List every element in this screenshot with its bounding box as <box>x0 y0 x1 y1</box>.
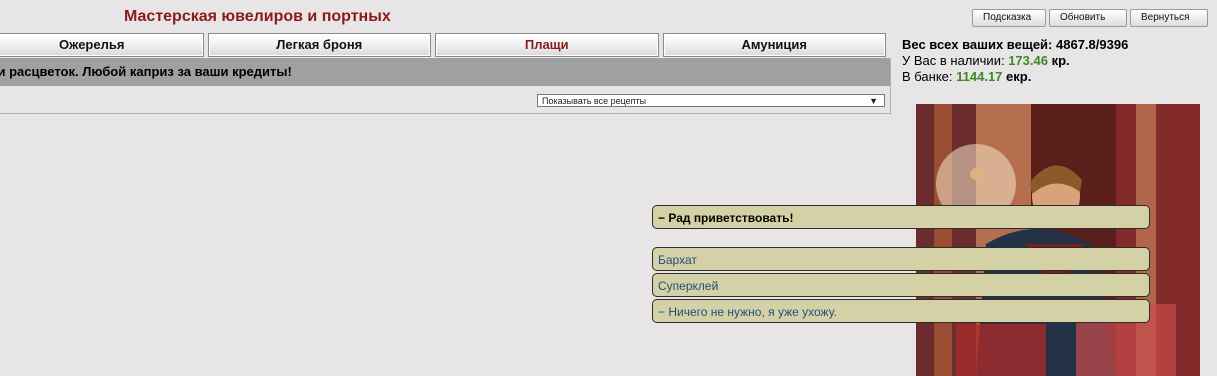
dialog-greeting: − Рад приветствовать! <box>652 205 1150 229</box>
tab-cloaks[interactable]: Плащи <box>435 33 659 57</box>
top-toolbar: Подсказка Обновить Вернуться <box>972 9 1208 27</box>
bank-unit: екр. <box>1006 69 1032 84</box>
cash-unit: кр. <box>1051 53 1070 68</box>
cash-value: 173.46 <box>1008 53 1048 68</box>
bank-label: В банке: <box>902 69 953 84</box>
weight-value: 4867.8/9396 <box>1056 37 1129 52</box>
tailor-portrait-art <box>916 104 1200 376</box>
page-title: Мастерская ювелиров и портных <box>124 8 391 25</box>
shop-slogan: ров и расцветок. Любой каприз за ваши кр… <box>0 58 890 86</box>
weight-row: Вес всех ваших вещей: 4867.8/9396 <box>902 37 1128 53</box>
back-button[interactable]: Вернуться <box>1130 9 1208 27</box>
bank-row: В банке: 1144.17 екр. <box>902 69 1128 85</box>
dialog-option-superglue[interactable]: Суперклей <box>652 273 1150 297</box>
tab-ammunition[interactable]: Амуниция <box>662 33 886 57</box>
tab-light-armor[interactable]: Легкая броня <box>207 33 431 57</box>
cash-label: У Вас в наличии: <box>902 53 1005 68</box>
weight-label: Вес всех ваших вещей: <box>902 37 1053 52</box>
bank-value: 1144.17 <box>956 69 1003 84</box>
category-tabs: Ожерелья Легкая броня Плащи Амуниция <box>0 33 890 57</box>
recipe-filter-value: Показывать все рецепты <box>542 96 647 106</box>
recipe-filter-select[interactable]: Показывать все рецепты ▼ <box>537 94 885 107</box>
shop-panel: ров и расцветок. Любой каприз за ваши кр… <box>0 58 891 114</box>
hint-button[interactable]: Подсказка <box>972 9 1046 27</box>
dialog-option-leave[interactable]: − Ничего не нужно, я уже ухожу. <box>652 299 1150 323</box>
player-stats: Вес всех ваших вещей: 4867.8/9396 У Вас … <box>902 37 1128 85</box>
tailor-portrait <box>916 104 1200 376</box>
tab-necklaces[interactable]: Ожерелья <box>0 33 204 57</box>
refresh-button[interactable]: Обновить <box>1049 9 1127 27</box>
shop-slogan-text: ров и расцветок. Любой каприз за ваши кр… <box>0 64 292 79</box>
dialog-option-velvet[interactable]: Бархат <box>652 247 1150 271</box>
dropdown-arrow-icon: ▼ <box>869 96 878 106</box>
cash-row: У Вас в наличии: 173.46 кр. <box>902 53 1128 69</box>
